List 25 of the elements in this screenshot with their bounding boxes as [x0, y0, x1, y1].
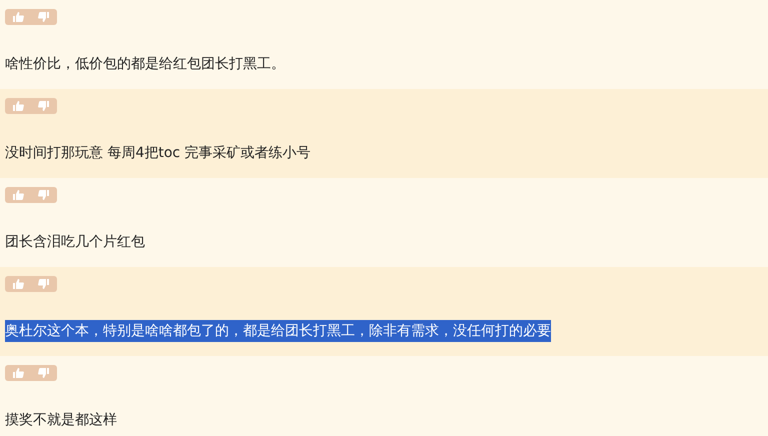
thumbs-up-icon: [13, 368, 24, 378]
thumbs-up-icon: [13, 12, 24, 22]
thumbs-up-icon: [13, 279, 24, 289]
like-button[interactable]: [13, 190, 24, 200]
thumbs-down-icon: [38, 101, 49, 111]
comment-text: 团长含泪吃几个片红包: [5, 233, 145, 252]
comment-text: 奥杜尔这个本，特别是啥啥都包了的，都是给团长打黑工，除非有需求，没任何打的必要: [5, 320, 551, 342]
thumbs-up-icon: [13, 101, 24, 111]
thumbs-down-icon: [38, 12, 49, 22]
comment-text: 没时间打那玩意 每周4把toc 完事采矿或者练小号: [5, 144, 311, 163]
thumbs-up-icon: [13, 190, 24, 200]
dislike-button[interactable]: [38, 190, 49, 200]
thumbs-down-icon: [38, 190, 49, 200]
dislike-button[interactable]: [38, 279, 49, 289]
thumbs-down-icon: [38, 279, 49, 289]
like-button[interactable]: [13, 368, 24, 378]
like-button[interactable]: [13, 12, 24, 22]
like-button[interactable]: [13, 101, 24, 111]
dislike-button[interactable]: [38, 368, 49, 378]
like-button[interactable]: [13, 279, 24, 289]
dislike-button[interactable]: [38, 12, 49, 22]
comment-text: 摸奖不就是都这样: [5, 411, 117, 430]
thumbs-down-icon: [38, 368, 49, 378]
dislike-button[interactable]: [38, 101, 49, 111]
comment-text: 啥性价比，低价包的都是给红包团长打黑工。: [5, 55, 285, 74]
